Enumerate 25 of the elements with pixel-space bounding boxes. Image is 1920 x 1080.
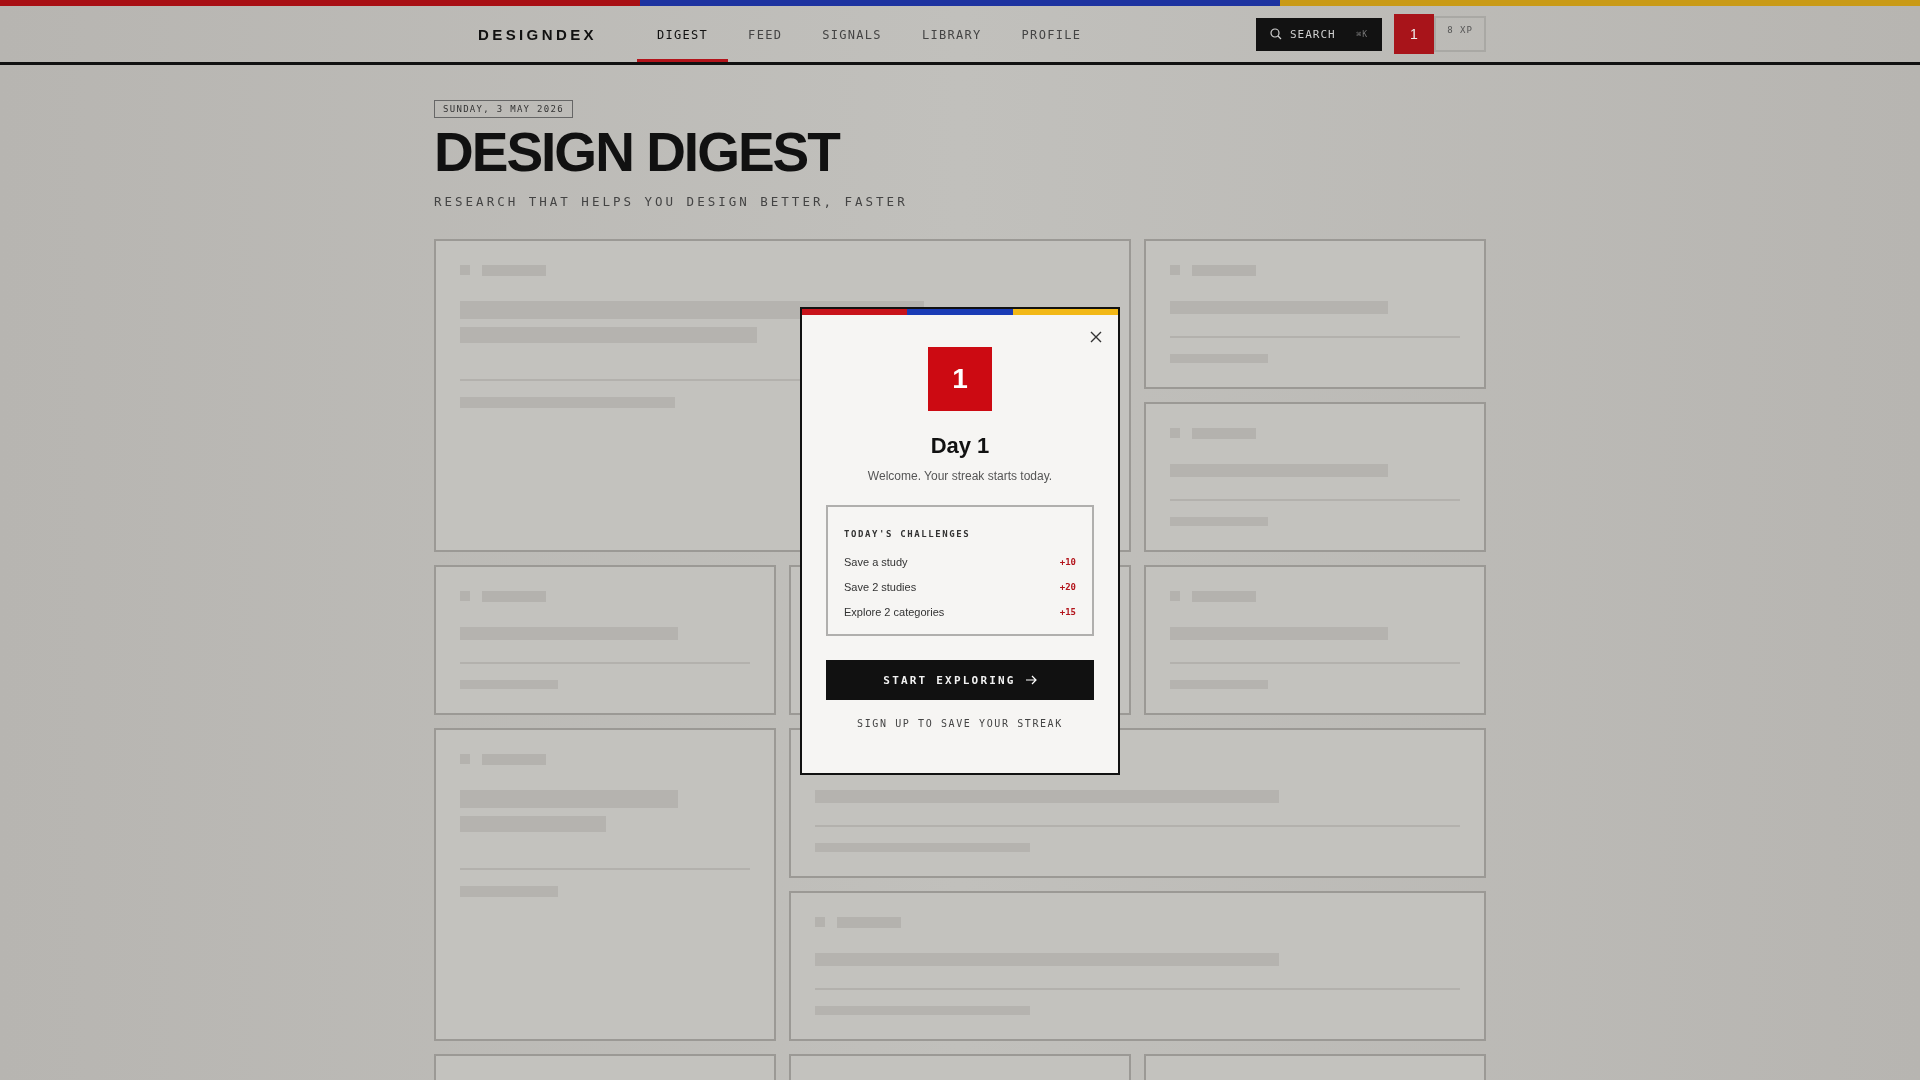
nav-tab[interactable]: PROFILE	[1001, 10, 1102, 62]
xp-counter[interactable]: 8 XP	[1434, 16, 1486, 52]
day-badge: 1	[928, 347, 992, 411]
nav-tab[interactable]: FEED	[728, 10, 803, 62]
logo[interactable]: DESIGNDEX	[478, 25, 597, 43]
dialog-message: Welcome. Your streak starts today.	[867, 469, 1053, 483]
nav-tab[interactable]: SIGNALS	[802, 10, 902, 62]
nav-tab[interactable]: LIBRARY	[901, 10, 1002, 62]
nav-tab[interactable]: DIGEST	[636, 10, 729, 62]
challenge-points: +10	[1059, 556, 1076, 567]
challenge-label: Save a study	[844, 555, 908, 568]
challenge-points: +20	[1059, 581, 1076, 592]
page-title: DESIGN DIGEST	[434, 124, 841, 182]
sign-up-link[interactable]: SIGN UP TO SAVE YOUR STREAK	[857, 718, 1063, 729]
page-subtitle: RESEARCH THAT HELPS YOU DESIGN BETTER, FASTER	[434, 193, 909, 209]
search-button[interactable]: SEARCH ⌘K	[1256, 17, 1382, 51]
challenge-label: Explore 2 categories	[844, 605, 945, 618]
dialog-title: Day 1	[930, 433, 990, 459]
challenges-heading: TODAY'S CHALLENGES	[844, 529, 972, 539]
streak-counter[interactable]: 1	[1394, 14, 1434, 54]
start-exploring-button[interactable]: START EXPLORING	[826, 660, 1094, 700]
shortcut-hint: ⌘K	[1356, 29, 1368, 39]
challenge-label: Save 2 studies	[844, 580, 917, 593]
date-tag: SUNDAY, 3 MAY 2026	[434, 100, 573, 118]
challenge-points: +15	[1059, 606, 1076, 617]
